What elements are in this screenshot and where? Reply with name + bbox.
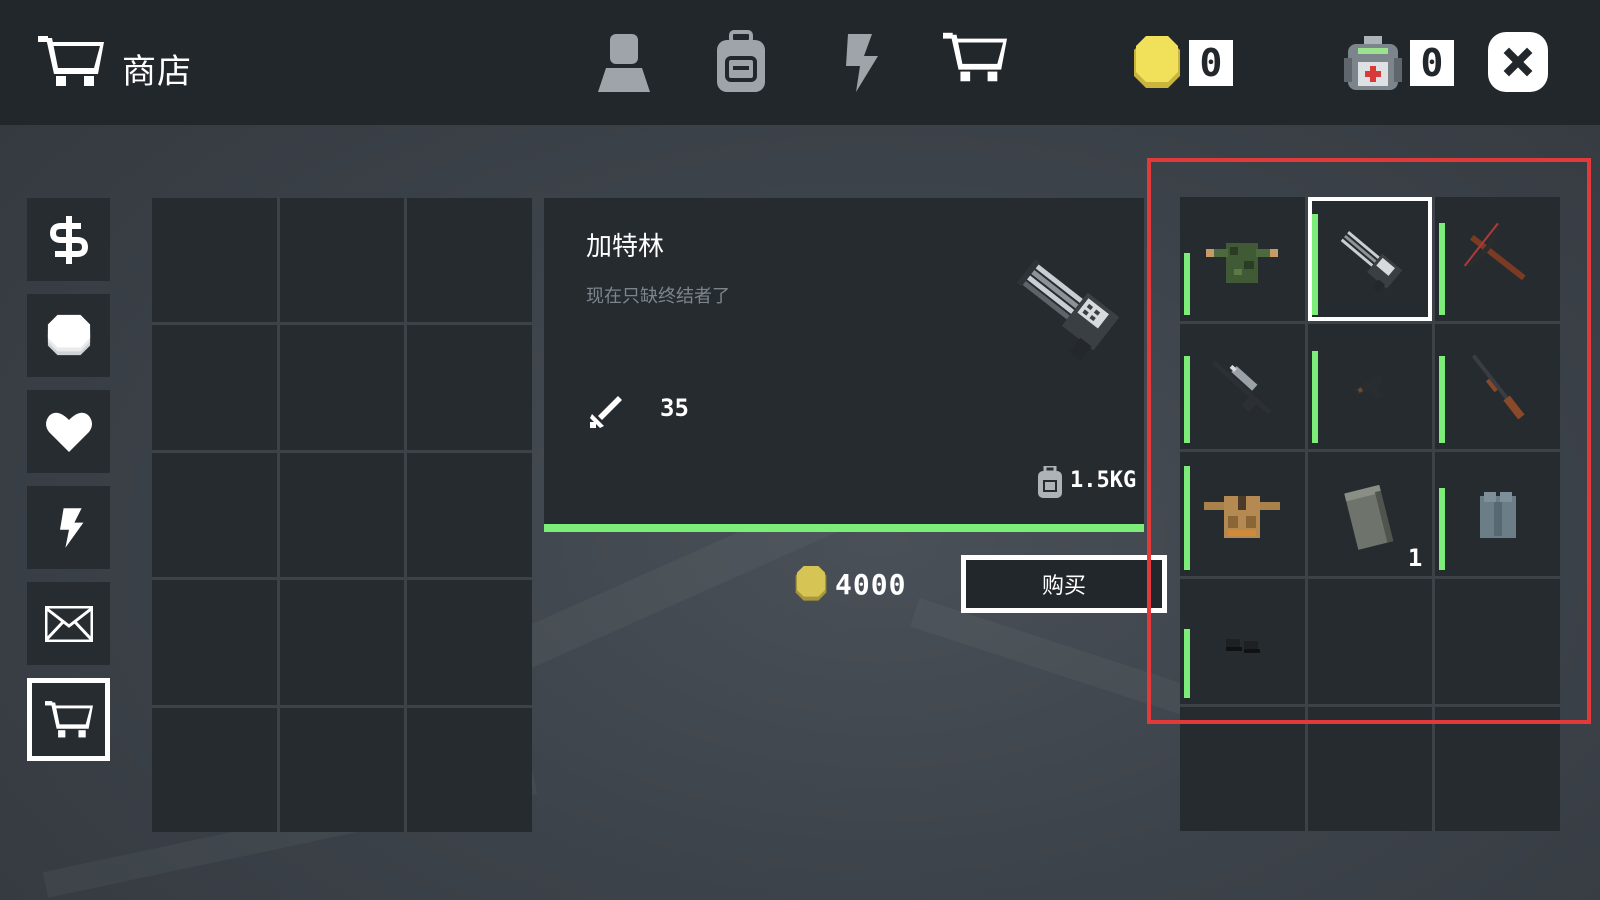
- camo-jacket-icon: [1206, 243, 1279, 284]
- inventory-slot[interactable]: [407, 198, 532, 323]
- inventory-slot[interactable]: [279, 580, 405, 705]
- buy-button[interactable]: 购买: [961, 555, 1167, 613]
- backpack-icon: [1479, 491, 1516, 538]
- sidebar-item-money[interactable]: [27, 198, 110, 281]
- shop-empty-slot[interactable]: [1435, 706, 1560, 831]
- stock-bar: [1311, 214, 1318, 316]
- shop-empty-slot[interactable]: [1180, 706, 1305, 831]
- inventory-slot[interactable]: [407, 580, 532, 705]
- weight-value: 1.5KG: [1070, 468, 1137, 493]
- sidebar-item-health[interactable]: [27, 390, 110, 473]
- price-value: 4000: [835, 568, 907, 601]
- tactical-vest-icon: [1204, 495, 1281, 538]
- profile-icon: [598, 34, 650, 92]
- tab-backpack[interactable]: [709, 30, 773, 94]
- shop-item-slot[interactable]: [1180, 324, 1305, 449]
- coin-count: 0: [1189, 40, 1233, 86]
- stock-bar: [1311, 350, 1318, 443]
- coin-icon: [1134, 36, 1180, 88]
- inventory-slot[interactable]: [279, 198, 405, 323]
- stock-bar: [1184, 253, 1190, 316]
- item-description: 现在只缺终结者了: [586, 286, 730, 307]
- inventory-slot[interactable]: [152, 580, 277, 705]
- tab-shop[interactable]: [943, 30, 1007, 94]
- boots-icon: [1226, 639, 1261, 654]
- inventory-slot[interactable]: [407, 325, 532, 450]
- pistol-icon: [1353, 374, 1384, 400]
- damage-value: 35: [660, 394, 689, 422]
- stock-bar: [1184, 355, 1190, 443]
- dollar-icon: [49, 215, 88, 264]
- stock-bar: [1439, 355, 1446, 443]
- inventory-slot[interactable]: [407, 707, 532, 832]
- shop-item-slot[interactable]: [1307, 324, 1433, 449]
- medkit-count: 0: [1410, 40, 1454, 86]
- shop-empty-slot[interactable]: [1307, 579, 1433, 704]
- inventory-slot[interactable]: [279, 325, 405, 450]
- shop-item-slot[interactable]: [1180, 197, 1305, 322]
- shop-empty-slot[interactable]: [1435, 579, 1560, 704]
- stock-bar: [1184, 466, 1190, 571]
- sidebar-item-mail[interactable]: [27, 582, 110, 665]
- shop-item-slot[interactable]: [1435, 197, 1560, 322]
- ammo-box-icon: [1344, 484, 1394, 550]
- inventory-slot[interactable]: [407, 452, 532, 578]
- availability-bar: [544, 524, 1144, 532]
- shop-item-grid: 1: [1180, 197, 1560, 831]
- close-icon: [1503, 47, 1533, 77]
- shop-item-slot[interactable]: [1180, 579, 1305, 704]
- heart-icon: [45, 412, 92, 452]
- item-detail-panel: 加特林 现在只缺终结者了 35 1.5KG: [544, 198, 1144, 524]
- energy-icon: [846, 34, 878, 92]
- mail-icon: [44, 605, 93, 642]
- energy-icon: [59, 507, 83, 548]
- medkit-backpack-icon: [1344, 36, 1402, 90]
- shop-empty-slot[interactable]: [1307, 706, 1433, 831]
- item-quantity: 1: [1407, 544, 1423, 573]
- tab-profile[interactable]: [592, 30, 656, 94]
- shop-cart-icon: [943, 32, 1007, 82]
- sniper-rifle-icon: [1212, 359, 1272, 415]
- stock-bar: [1439, 223, 1446, 316]
- page-title: 商店: [122, 52, 192, 92]
- gatling-gun-icon: [1016, 259, 1120, 361]
- backpack-icon: [717, 30, 765, 92]
- tab-energy[interactable]: [826, 30, 890, 94]
- close-button[interactable]: [1488, 32, 1548, 92]
- shop-item-slot[interactable]: [1180, 451, 1305, 577]
- inventory-slot[interactable]: [152, 707, 277, 832]
- shotgun-icon: [1471, 353, 1525, 420]
- inventory-slot[interactable]: [152, 452, 277, 578]
- stock-bar: [1439, 488, 1446, 571]
- shop-item-slot[interactable]: [1435, 324, 1560, 449]
- shop-cart-icon: [44, 700, 93, 737]
- backpack-weight-icon: [1038, 466, 1062, 498]
- inventory-slot[interactable]: [152, 325, 277, 450]
- shop-cart-icon: [38, 36, 104, 86]
- inventory-slot[interactable]: [279, 707, 405, 832]
- inventory-slot[interactable]: [279, 452, 405, 578]
- sidebar-item-shop[interactable]: [27, 678, 110, 761]
- gatling-gun-icon: [1340, 231, 1403, 293]
- shop-item-slot[interactable]: [1435, 451, 1560, 577]
- coin-stack-icon: [47, 314, 90, 355]
- coin-icon: [795, 566, 827, 601]
- game-shop-screen: 商店 0 0 加特林 现在只缺终结者了 35 1.5KG 4000 购买 1: [0, 0, 1600, 900]
- sidebar-item-coins[interactable]: [27, 294, 110, 377]
- inventory-slot[interactable]: [152, 198, 277, 323]
- shop-item-slot[interactable]: [1307, 197, 1433, 322]
- sidebar-item-energy[interactable]: [27, 486, 110, 569]
- sword-damage-icon: [590, 396, 622, 428]
- crossbow-icon: [1463, 222, 1526, 281]
- stock-bar: [1184, 628, 1190, 698]
- top-bar: 商店 0 0: [0, 0, 1600, 125]
- item-name: 加特林: [586, 232, 665, 262]
- shop-item-slot[interactable]: 1: [1307, 451, 1433, 577]
- inventory-grid: [152, 198, 532, 832]
